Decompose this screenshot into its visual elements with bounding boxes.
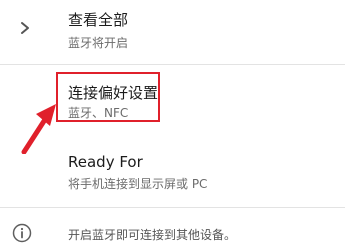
bluetooth-info-text: 开启蓝牙即可连接到其他设备。 [68,228,237,242]
list-item-ready-for[interactable]: Ready For 将手机连接到显示屏或 PC [0,140,345,198]
settings-screen: 查看全部 蓝牙将开启 连接偏好设置 蓝牙、NFC Ready For 将手机连接… [0,0,345,248]
divider [0,207,345,208]
ready-for-title: Ready For [68,153,143,171]
view-all-subtitle: 蓝牙将开启 [68,36,129,50]
view-all-title: 查看全部 [68,11,129,29]
chevron-right-icon [21,22,29,34]
info-icon [12,223,32,243]
ready-for-subtitle: 将手机连接到显示屏或 PC [68,177,208,191]
highlight-box [56,72,160,122]
list-item-view-all[interactable]: 查看全部 蓝牙将开启 [0,0,345,64]
